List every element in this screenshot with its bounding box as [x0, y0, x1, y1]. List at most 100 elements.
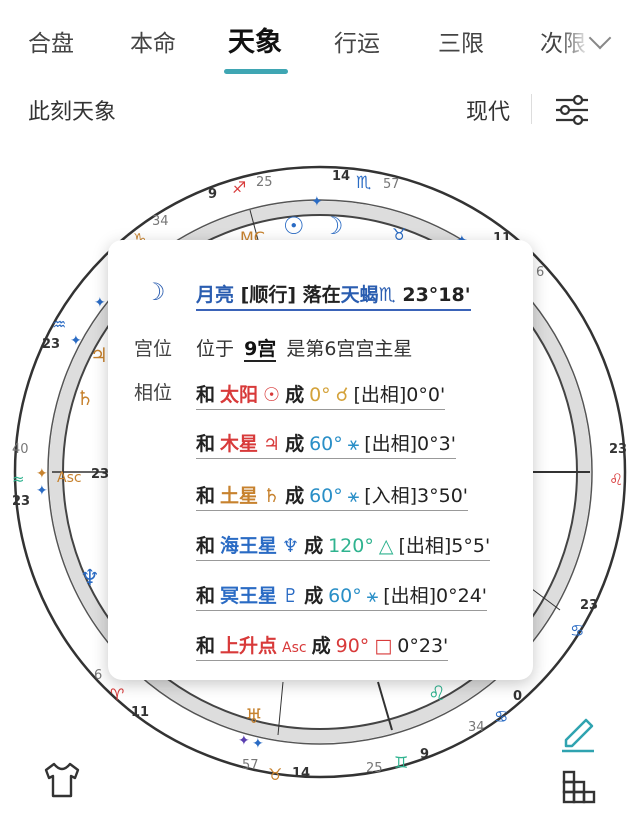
- chevron-down-icon[interactable]: [588, 26, 612, 50]
- asc-label: Asc: [57, 470, 82, 486]
- neptune-icon: ♆: [80, 566, 100, 591]
- degree-label: 23: [609, 442, 627, 457]
- jupiter-icon: ♃: [90, 343, 108, 367]
- degree-label: 25: [256, 175, 273, 190]
- aspect-angle-glyph-icon: ⚹: [347, 433, 360, 455]
- aspect-prefix: 和: [196, 535, 216, 557]
- aspect-prefix: 和: [196, 384, 216, 406]
- degree-label: 23: [580, 598, 598, 613]
- tab-tertiary[interactable]: 三限: [438, 24, 484, 58]
- leo-inner-icon: ♌: [428, 681, 446, 705]
- aspect-angle: 0°: [309, 384, 331, 406]
- aspect-row[interactable]: 和上升点 Asc 成 90° □ 0°23': [196, 631, 449, 661]
- aspect-row[interactable]: 和海王星 ♆ 成 120° △ [出相]5°5': [196, 531, 491, 561]
- tab-synastry[interactable]: 合盘: [28, 24, 74, 58]
- page-subtitle: 此刻天象: [28, 100, 117, 125]
- aspect-planet-glyph-icon: ♆: [282, 535, 300, 557]
- degree-label: 25: [366, 761, 383, 776]
- aspect-verb: 成: [304, 585, 324, 607]
- popup-headline: 月亮 [顺行] 落在天蝎♏ 23°18': [196, 280, 471, 311]
- aspect-label: 相位: [134, 382, 173, 404]
- active-tab-indicator: [224, 69, 288, 74]
- aspect-angle: 60°: [328, 585, 362, 607]
- sun-icon: ☉: [283, 212, 305, 240]
- aspect-planet-glyph-icon: ♄: [263, 485, 281, 507]
- taurus-icon: ♉: [268, 765, 282, 784]
- aspect-angle-glyph-icon: ⚹: [366, 585, 379, 607]
- divider: [531, 94, 532, 124]
- house-label: 宫位: [134, 338, 173, 360]
- moon-icon: ☽: [144, 278, 166, 306]
- sparkle-icon: ✦: [311, 194, 323, 210]
- aspect-row[interactable]: 和木星 ♃ 成 60° ⚹ [出相]0°3': [196, 429, 456, 459]
- sparkle-icon: ✦: [252, 736, 264, 752]
- aspect-planet: 海王星: [220, 535, 278, 557]
- tab-fade: [560, 20, 590, 60]
- degree-label: 6: [536, 265, 544, 280]
- aspect-angle-glyph-icon: △: [378, 535, 394, 557]
- tab-transit-sky[interactable]: 天象: [228, 20, 282, 59]
- house-line: 位于 9宫 是第6宫宫主星: [196, 334, 413, 362]
- aspect-verb: 成: [311, 635, 331, 657]
- degree-label: 57: [242, 758, 259, 773]
- aspect-verb: 成: [285, 485, 305, 507]
- tshirt-icon[interactable]: [40, 758, 84, 802]
- aspect-planet-glyph-icon: ☉: [263, 384, 281, 406]
- aspect-angle-glyph-icon: ☌: [335, 384, 349, 406]
- motion-status: [顺行]: [240, 284, 297, 306]
- aquarius-icon: ♒: [52, 315, 66, 334]
- aspect-verb: 成: [285, 384, 305, 406]
- planet-name: 月亮: [196, 284, 235, 306]
- saturn-icon: ♄: [76, 386, 94, 410]
- aspect-orb: 0°23': [397, 635, 449, 657]
- aspect-angle: 120°: [328, 535, 374, 557]
- pencil-icon[interactable]: [556, 710, 600, 754]
- degree-label: 23: [42, 337, 60, 352]
- aspect-planet: 木星: [220, 433, 259, 455]
- degree-label: 40: [12, 442, 29, 457]
- gemini-icon: ♊: [394, 753, 408, 772]
- mode-button[interactable]: 现代: [466, 94, 510, 126]
- tab-transits[interactable]: 行运: [334, 24, 380, 58]
- degree-label: 34: [152, 214, 169, 229]
- sign-name: 天蝎: [340, 284, 379, 306]
- aspect-planet: 上升点: [220, 635, 278, 657]
- uranus-icon: ♅: [245, 704, 263, 728]
- degree-label: 14: [292, 766, 310, 781]
- house-post: 是第6宫宫主星: [286, 338, 413, 360]
- planet-info-popup: ☽ 月亮 [顺行] 落在天蝎♏ 23°18' 宫位 位于 9宫 是第6宫宫主星 …: [108, 240, 533, 680]
- aspect-row[interactable]: 和太阳 ☉ 成 0° ☌ [出相]0°0': [196, 380, 446, 410]
- aquarius-small-icon: ≈: [12, 470, 25, 488]
- degree-label: 11: [131, 705, 149, 720]
- sparkle-icon: ✦: [36, 483, 48, 499]
- aspect-orb: [出相]0°0': [353, 384, 446, 406]
- sliders-icon[interactable]: [552, 92, 592, 128]
- aspect-row[interactable]: 和土星 ♄ 成 60° ⚹ [入相]3°50': [196, 481, 469, 511]
- leo-icon: ♌: [609, 470, 623, 489]
- house-pre: 位于: [196, 338, 235, 360]
- aspect-prefix: 和: [196, 433, 216, 455]
- tab-bar: 合盘 本命 天象 行运 三限 次限: [0, 0, 640, 80]
- aspect-verb: 成: [285, 433, 305, 455]
- sparkle-icon: ✦: [94, 295, 106, 311]
- degree-label: 6: [94, 668, 102, 683]
- house-number[interactable]: 9宫: [244, 338, 277, 362]
- sparkle-icon: ✦: [70, 333, 82, 349]
- moon-icon: ☽: [322, 212, 344, 240]
- aspect-prefix: 和: [196, 635, 216, 657]
- aspect-prefix: 和: [196, 485, 216, 507]
- aspect-orb: [出相]0°24': [383, 585, 488, 607]
- degree-label: 9: [208, 187, 217, 202]
- degree-label: 23: [91, 467, 109, 482]
- aspect-row[interactable]: 和冥王星 ♇ 成 60° ⚹ [出相]0°24': [196, 581, 488, 611]
- tab-natal[interactable]: 本命: [130, 24, 176, 58]
- aspect-planet: 冥王星: [220, 585, 278, 607]
- degree-value: 23°18': [402, 284, 471, 306]
- aspect-prefix: 和: [196, 585, 216, 607]
- degree-label: 9: [420, 747, 429, 762]
- aspect-orb: [入相]3°50': [364, 485, 469, 507]
- scorpio-icon: ♏: [378, 284, 396, 306]
- in-text: 落在: [302, 284, 341, 306]
- house-grid-icon[interactable]: [556, 762, 600, 806]
- aspect-planet-glyph-icon: Asc: [282, 640, 307, 656]
